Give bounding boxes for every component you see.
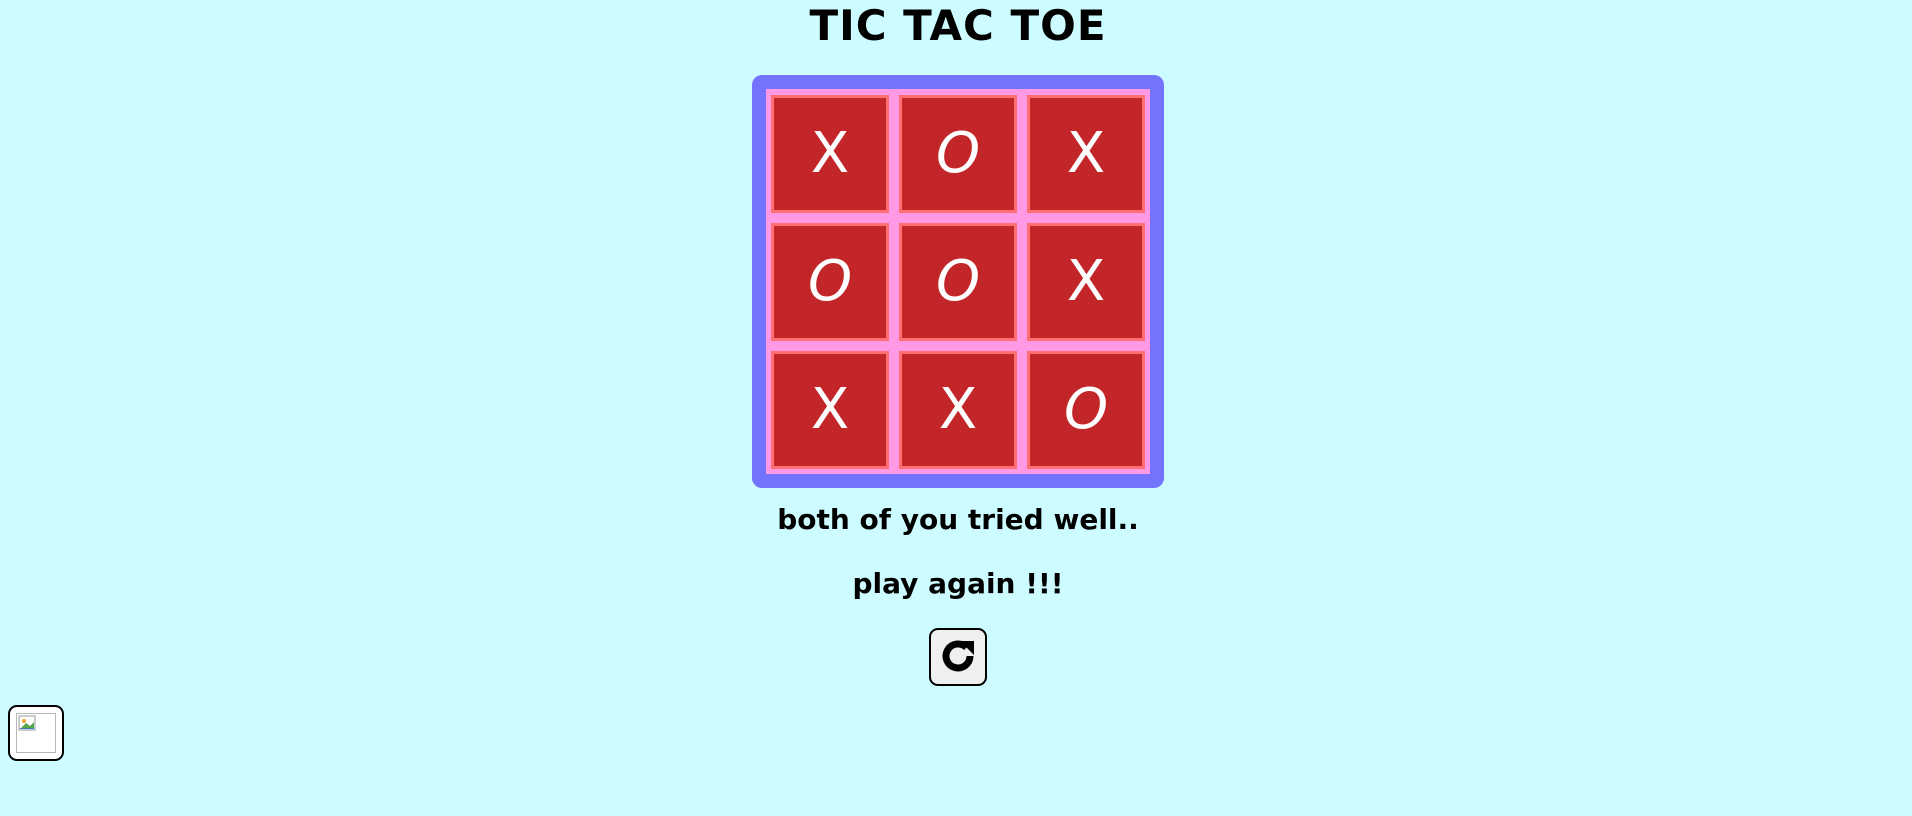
board-cell[interactable]: X bbox=[771, 94, 889, 213]
board-cell[interactable]: X bbox=[1027, 94, 1145, 213]
board-cell[interactable]: X bbox=[899, 350, 1017, 469]
board-cell[interactable]: O bbox=[771, 222, 889, 341]
result-message: both of you tried well.. bbox=[777, 503, 1139, 536]
board-cell[interactable]: X bbox=[771, 350, 889, 469]
play-again-message: play again !!! bbox=[852, 567, 1064, 600]
game-page: TIC TAC TOE X O X O O X X X O both of yo… bbox=[0, 0, 1912, 816]
board-cell[interactable]: O bbox=[899, 94, 1017, 213]
corner-image-button[interactable] bbox=[8, 705, 64, 761]
broken-image-icon bbox=[16, 713, 56, 753]
board-cell[interactable]: O bbox=[1027, 350, 1145, 469]
board-cell[interactable]: X bbox=[1027, 222, 1145, 341]
page-title: TIC TAC TOE bbox=[809, 1, 1107, 50]
board-cell[interactable]: O bbox=[899, 222, 1017, 341]
refresh-icon bbox=[937, 635, 979, 680]
game-board: X O X O O X X X O bbox=[752, 75, 1164, 488]
board-grid: X O X O O X X X O bbox=[766, 89, 1150, 474]
restart-button[interactable] bbox=[929, 628, 987, 686]
